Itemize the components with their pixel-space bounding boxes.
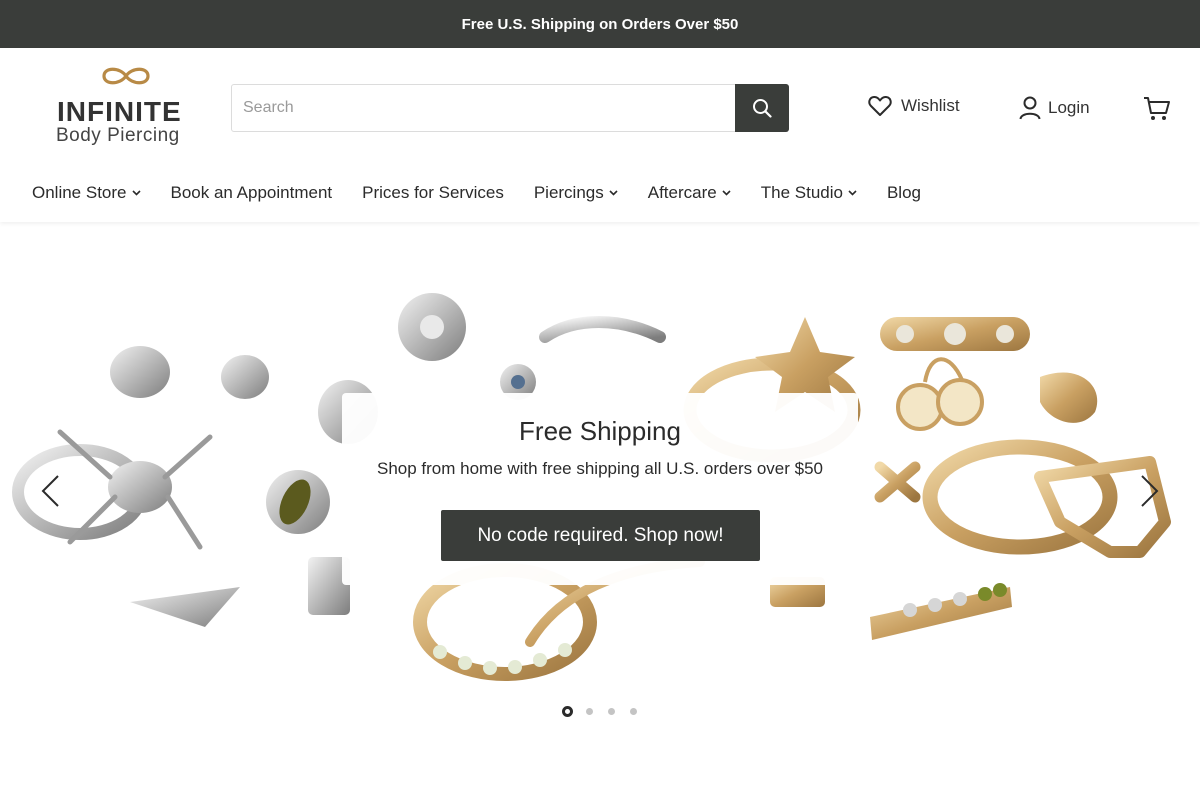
logo-brand-text: INFINITE — [57, 96, 182, 127]
logo-tagline: Body Piercing — [56, 125, 180, 146]
cart-icon — [1144, 97, 1170, 120]
hero-title: Free Shipping — [519, 416, 681, 446]
hero-slideshow: Free Shipping Shop from home with free s… — [0, 222, 1200, 742]
chevron-down-icon — [131, 190, 141, 196]
nav-item-online-store[interactable]: Online Store — [32, 183, 141, 203]
nav-item-aftercare[interactable]: Aftercare — [648, 183, 731, 203]
chevron-down-icon — [722, 190, 731, 196]
nav-item-label: Online Store — [32, 183, 127, 202]
nav-item-piercings[interactable]: Piercings — [534, 183, 618, 203]
hero-text-panel: Free Shipping Shop from home with free s… — [342, 393, 858, 585]
nav-item-label: The Studio — [760, 183, 843, 202]
chevron-down-icon — [609, 190, 618, 196]
nav-item-the-studio[interactable]: The Studio — [761, 183, 857, 203]
heart-icon — [868, 95, 892, 116]
main-nav: Online Store Book an Appointment Prices … — [32, 179, 951, 207]
slide-dot-4[interactable] — [630, 708, 637, 715]
search-bar — [231, 84, 789, 132]
nav-item-label: Aftercare — [647, 183, 717, 202]
wishlist-label: Wishlist — [901, 96, 960, 115]
chevron-left-icon — [41, 475, 59, 507]
nav-item-book-appointment[interactable]: Book an Appointment — [171, 183, 333, 203]
nav-item-label: Prices for Services — [362, 183, 504, 202]
next-slide-button[interactable] — [1136, 474, 1162, 513]
slide-dot-1[interactable] — [562, 706, 573, 717]
logo[interactable]: INFINITE Body Piercing — [56, 66, 201, 150]
chevron-down-icon — [848, 190, 857, 196]
slide-dot-3[interactable] — [608, 708, 615, 715]
announcement-bar: Free U.S. Shipping on Orders Over $50 — [0, 0, 1200, 48]
wishlist-link[interactable]: Wishlist — [868, 95, 960, 117]
user-icon — [1019, 96, 1041, 120]
previous-slide-button[interactable] — [38, 474, 64, 513]
nav-item-label: Blog — [886, 183, 921, 202]
login-link[interactable]: Login — [1019, 96, 1090, 120]
cart-button[interactable] — [1143, 96, 1171, 127]
slide-dot-2[interactable] — [586, 708, 593, 715]
infinity-logo-icon — [102, 67, 150, 85]
search-button[interactable] — [735, 84, 789, 132]
site-header: INFINITE Body Piercing Wishlist Login — [0, 48, 1200, 222]
nav-item-label: Piercings — [533, 183, 604, 202]
slide-pagination — [562, 706, 652, 717]
nav-item-blog[interactable]: Blog — [887, 183, 921, 203]
shop-now-button[interactable]: No code required. Shop now! — [441, 510, 760, 561]
hero-subtitle: Shop from home with free shipping all U.… — [376, 459, 823, 478]
search-icon — [753, 99, 772, 118]
announcement-text: Free U.S. Shipping on Orders Over $50 — [461, 15, 739, 33]
chevron-right-icon — [1141, 475, 1159, 507]
search-input[interactable] — [232, 85, 736, 131]
nav-item-prices[interactable]: Prices for Services — [362, 183, 504, 203]
nav-item-label: Book an Appointment — [170, 183, 333, 202]
login-label: Login — [1048, 98, 1090, 117]
